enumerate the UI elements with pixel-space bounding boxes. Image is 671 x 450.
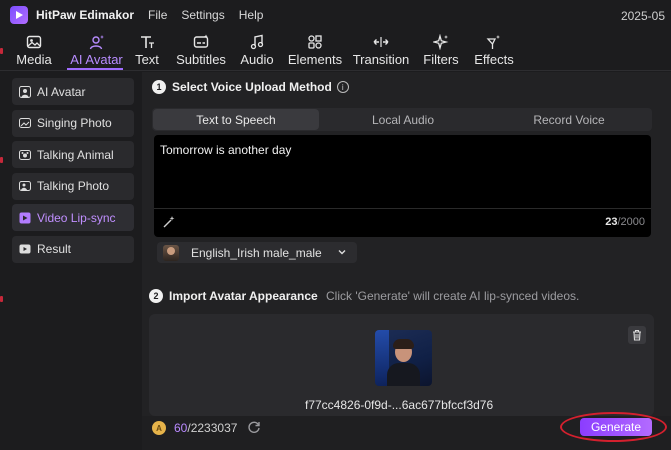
tool-label: Audio (240, 52, 274, 67)
credits-display: 60/2233037 (174, 421, 237, 435)
tool-filters[interactable]: Filters (413, 30, 469, 70)
avatar-icon (19, 85, 31, 98)
menu-help[interactable]: Help (239, 8, 264, 22)
tab-record-voice[interactable]: Record Voice (486, 108, 652, 131)
tool-label: Subtitles (176, 52, 226, 67)
sidebar-item-label: AI Avatar (37, 84, 86, 99)
sidebar-item-label: Talking Animal (37, 147, 114, 162)
step-number: 1 (152, 80, 166, 94)
tool-label: Media (16, 52, 52, 67)
sidebar-item-label: Singing Photo (37, 116, 112, 131)
photo-music-icon (19, 117, 31, 129)
menu-file[interactable]: File (148, 8, 167, 22)
thumbnail-person-body (387, 363, 420, 386)
refresh-icon[interactable] (247, 420, 261, 434)
voice-avatar (163, 244, 179, 261)
sidebar-item-ai-avatar[interactable]: AI Avatar (12, 78, 134, 105)
video-lip-sync-icon (19, 212, 31, 224)
avatar-video-thumbnail[interactable] (375, 330, 432, 386)
thumbnail-person-hair (393, 339, 414, 349)
generate-hint: Click 'Generate' will create AI lip-sync… (326, 289, 580, 303)
step-title: Import Avatar Appearance (169, 289, 318, 303)
sidebar-item-video-lip-sync[interactable]: Video Lip-sync (12, 204, 134, 232)
info-icon[interactable]: i (336, 81, 349, 93)
sidebar-item-singing-photo[interactable]: Singing Photo (12, 109, 134, 137)
step-number: 2 (149, 289, 163, 303)
tool-label: Elements (287, 52, 343, 67)
toolbar-divider (0, 70, 671, 71)
coin-icon: A (152, 421, 166, 435)
main-toolbar: Media AI Avatar Text Subtitles Audio Ele… (0, 30, 671, 70)
sidebar-item-result[interactable]: Result (12, 235, 134, 263)
animal-icon (19, 149, 31, 161)
step-2-header: 2 Import Avatar Appearance (149, 289, 318, 303)
sidebar-item-talking-animal[interactable]: Talking Animal (12, 141, 134, 169)
trash-icon (633, 329, 641, 341)
tool-effects[interactable]: Effects (469, 30, 519, 70)
generate-button[interactable]: Generate (580, 418, 652, 436)
voice-select-dropdown[interactable]: English_Irish male_male (157, 242, 357, 263)
music-note-icon (250, 34, 264, 50)
tab-text-to-speech[interactable]: Text to Speech (153, 109, 319, 130)
step-title: Select Voice Upload Method (172, 80, 332, 94)
tool-label: Effects (474, 52, 514, 67)
transition-arrows-icon (373, 37, 389, 47)
menu-settings[interactable]: Settings (181, 8, 224, 22)
chevron-down-icon (338, 250, 346, 255)
sidebar-item-label: Result (37, 242, 72, 257)
voice-select-value: English_Irish male_male (191, 245, 322, 260)
char-max: /2000 (617, 216, 645, 228)
input-divider (154, 208, 651, 209)
credits-total: /2233037 (187, 421, 238, 435)
tool-label: Filters (423, 52, 459, 67)
elements-icon (308, 35, 322, 49)
app-title: HitPaw Edimakor (36, 8, 135, 22)
char-count: 23 (605, 216, 618, 228)
app-logo (10, 6, 28, 24)
sidebar: AI Avatar Singing Photo Talking Animal T… (12, 78, 134, 268)
tool-elements[interactable]: Elements (281, 30, 349, 70)
voice-method-tabs: Text to Speech Local Audio Record Voice (152, 108, 652, 131)
delete-button[interactable] (628, 326, 646, 344)
tool-label: Transition (352, 52, 410, 67)
sidebar-item-talking-photo[interactable]: Talking Photo (12, 172, 134, 200)
avatar-file-name: f77cc4826-0f9d-...6ac677bfccf3d76 (305, 398, 494, 412)
sidebar-item-label: Video Lip-sync (37, 210, 116, 225)
magic-wand-icon (486, 35, 501, 49)
tool-media[interactable]: Media (0, 30, 68, 70)
tool-ai-avatar[interactable]: AI Avatar (68, 30, 125, 70)
credits-used: 60 (174, 421, 188, 435)
edge-marker (0, 157, 3, 163)
tool-audio[interactable]: Audio (233, 30, 281, 70)
play-logo-icon (16, 11, 23, 19)
talking-photo-icon (19, 180, 31, 192)
speech-text-input[interactable]: Tomorrow is another day 23/2000 (154, 135, 651, 237)
title-bar: HitPaw Edimakor File Settings Help 2025-… (0, 0, 671, 30)
date-label: 2025-05 (620, 9, 665, 23)
avatar-sparkle-icon (89, 35, 104, 50)
sidebar-item-label: Talking Photo (37, 179, 110, 194)
tool-label: AI Avatar (70, 52, 123, 67)
char-counter: 23/2000 (605, 216, 645, 228)
edge-marker (0, 296, 3, 302)
tab-local-audio[interactable]: Local Audio (320, 108, 486, 131)
result-video-icon (19, 243, 31, 255)
tool-text[interactable]: Text (125, 30, 169, 70)
text-icon (141, 36, 154, 48)
sparkle-icon (433, 34, 449, 50)
speech-text-value: Tomorrow is another day (160, 143, 292, 157)
step-1-header: 1 Select Voice Upload Method i (152, 80, 349, 94)
image-icon (26, 35, 42, 49)
tool-subtitles[interactable]: Subtitles (169, 30, 233, 70)
subtitles-icon (193, 34, 209, 48)
tool-transition[interactable]: Transition (349, 30, 413, 70)
tool-label: Text (135, 52, 159, 67)
edge-marker (0, 48, 3, 54)
magic-wand-icon[interactable] (162, 215, 176, 229)
